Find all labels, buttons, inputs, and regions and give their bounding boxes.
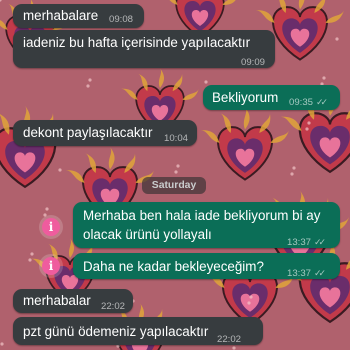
message-time: 09:35	[289, 97, 314, 108]
message-time-status: 13:37 ✓✓	[287, 265, 326, 282]
message-outgoing[interactable]: Bekliyorum 09:35 ✓✓	[203, 85, 340, 110]
message-text-line1: Merhaba ben hala iade bekliyorum bi ay	[83, 208, 321, 223]
message-time-status: 09:35 ✓✓	[289, 94, 328, 111]
read-receipt-icon: ✓✓	[316, 97, 328, 107]
message-list[interactable]: merhabalare 09:08 iadeniz bu hafta içeri…	[0, 0, 350, 350]
message-time: 09:09	[241, 57, 266, 68]
message-text: merhabalar	[23, 293, 91, 308]
message-time: 22:02	[217, 334, 242, 345]
message-text: pzt günü ödemeniz yapılacaktır	[23, 324, 209, 339]
message-outgoing[interactable]: Daha ne kadar bekleyeceğim? 13:37 ✓✓	[73, 253, 340, 279]
read-receipt-icon: ✓✓	[314, 237, 326, 247]
message-time-status: 13:37 ✓✓	[287, 234, 326, 251]
message-time: 09:08	[109, 14, 134, 25]
message-text: merhabalare	[23, 8, 99, 23]
message-incoming[interactable]: merhabalar 22:02	[13, 289, 133, 313]
info-icon[interactable]: i	[42, 218, 60, 236]
message-time: 13:37	[287, 268, 312, 279]
message-text: Bekliyorum	[212, 90, 279, 105]
message-text-line2: olacak ürünü yollayalı	[83, 227, 212, 242]
date-separator: Saturday	[142, 177, 206, 194]
message-outgoing[interactable]: Merhaba ben hala iade bekliyorum bi ay o…	[73, 202, 340, 248]
message-text: Daha ne kadar bekleyeceğim?	[83, 259, 264, 274]
message-time: 13:37	[287, 237, 312, 248]
message-incoming[interactable]: pzt günü ödemeniz yapılacaktır 22:02	[13, 317, 263, 345]
message-time: 10:04	[164, 133, 189, 144]
info-icon[interactable]: i	[42, 257, 60, 275]
message-incoming[interactable]: iadeniz bu hafta içerisinde yapılacaktır…	[13, 30, 275, 68]
message-incoming[interactable]: merhabalare 09:08	[13, 4, 144, 28]
message-time: 22:02	[101, 301, 126, 312]
message-text: dekont paylaşılacaktır	[23, 125, 153, 140]
message-text: iadeniz bu hafta içerisinde yapılacaktır	[23, 35, 251, 50]
message-incoming[interactable]: dekont paylaşılacaktır 10:04	[13, 120, 197, 146]
read-receipt-icon: ✓✓	[314, 268, 326, 278]
